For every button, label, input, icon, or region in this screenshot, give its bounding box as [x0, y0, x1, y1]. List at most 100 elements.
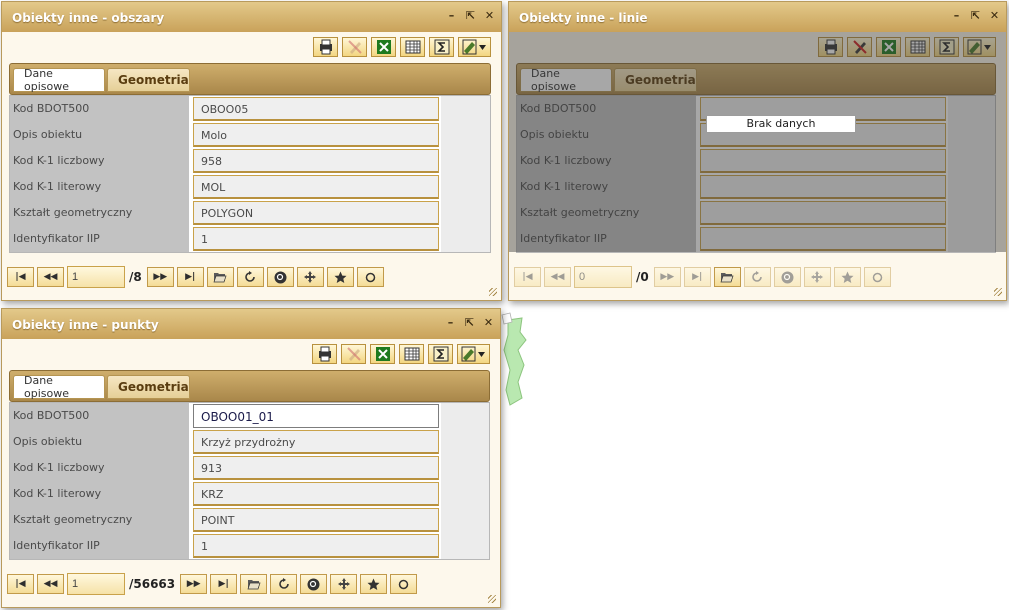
favorite-button[interactable]: [326, 267, 354, 287]
last-page-icon: ▶|: [185, 272, 196, 282]
print-button[interactable]: [312, 344, 337, 364]
table-row: Identyfikator IIP 1: [10, 226, 490, 252]
titlebar[interactable]: Obiekty inne - punkty – ⇱ ✕: [2, 309, 500, 339]
table-view-button[interactable]: [400, 37, 425, 57]
first-page-icon: |◀: [15, 272, 26, 282]
row-value[interactable]: Krzyż przydrożny: [193, 430, 439, 454]
edit-menu-button[interactable]: [458, 37, 491, 57]
restore-button[interactable]: ⇱: [465, 9, 476, 23]
resize-handle[interactable]: [489, 288, 497, 296]
circle-button[interactable]: [356, 267, 384, 287]
circle-icon: [365, 272, 375, 282]
row-value[interactable]: 913: [193, 456, 439, 480]
tab-geometria[interactable]: Geometria: [107, 68, 190, 92]
zoom-button[interactable]: [773, 267, 801, 287]
prev-page-icon: ◀◀: [550, 272, 565, 282]
open-folder-button[interactable]: [206, 267, 234, 287]
next-page-icon: ▶▶: [186, 579, 201, 589]
open-folder-button[interactable]: [240, 574, 268, 594]
next-page-button[interactable]: ▶▶: [180, 574, 208, 594]
minimize-button[interactable]: –: [445, 316, 456, 330]
edit-menu-button[interactable]: [457, 344, 490, 364]
first-page-button[interactable]: |◀: [7, 574, 34, 594]
prev-page-button[interactable]: ◀◀: [37, 574, 64, 594]
last-page-button[interactable]: ▶|: [683, 267, 711, 287]
next-page-button[interactable]: ▶▶: [146, 267, 174, 287]
sum-button[interactable]: [429, 37, 454, 57]
last-page-icon: ▶|: [218, 579, 229, 589]
row-value[interactable]: POLYGON: [193, 201, 439, 225]
map-fragment: [501, 312, 527, 406]
close-button[interactable]: ✕: [483, 316, 494, 330]
first-page-button[interactable]: |◀: [7, 267, 34, 287]
row-label: Kod K-1 liczbowy: [10, 455, 190, 481]
close-button[interactable]: ✕: [484, 9, 495, 23]
next-page-button[interactable]: ▶▶: [653, 267, 681, 287]
row-value[interactable]: OBOO05: [193, 97, 439, 121]
page-number-input[interactable]: [67, 573, 125, 595]
first-page-button[interactable]: |◀: [514, 267, 541, 287]
row-label: Kształt geometryczny: [10, 200, 190, 226]
favorite-button[interactable]: [833, 267, 861, 287]
tab-dane-opisowe[interactable]: Dane opisowe: [13, 67, 105, 93]
row-label: Opis obiektu: [10, 122, 190, 148]
draw-disabled-button[interactable]: [341, 344, 366, 364]
refresh-button[interactable]: [236, 267, 264, 287]
last-page-button[interactable]: ▶|: [176, 267, 204, 287]
row-value[interactable]: Molo: [193, 123, 439, 147]
circle-button[interactable]: [863, 267, 891, 287]
excel-export-button[interactable]: [370, 344, 395, 364]
refresh-button[interactable]: [270, 574, 298, 594]
move-button[interactable]: [296, 267, 324, 287]
row-value[interactable]: 1: [193, 534, 439, 558]
row-value[interactable]: KRZ: [193, 482, 439, 506]
page-number-input[interactable]: [574, 266, 632, 288]
prev-page-button[interactable]: ◀◀: [544, 267, 571, 287]
excel-export-button[interactable]: [371, 37, 396, 57]
draw-disabled-button[interactable]: [342, 37, 367, 57]
prev-page-icon: ◀◀: [43, 579, 58, 589]
zoom-button[interactable]: [266, 267, 294, 287]
page-number-input[interactable]: [67, 266, 125, 288]
sum-button[interactable]: [428, 344, 453, 364]
zoom-button[interactable]: [300, 574, 328, 594]
restore-button[interactable]: ⇱: [970, 9, 981, 23]
minimize-button[interactable]: –: [951, 9, 962, 23]
last-page-button[interactable]: ▶|: [210, 574, 238, 594]
row-value[interactable]: POINT: [193, 508, 439, 532]
move-button[interactable]: [330, 574, 358, 594]
tab-bar: Dane opisowe Geometria: [9, 63, 491, 95]
row-value[interactable]: 958: [193, 149, 439, 173]
refresh-button[interactable]: [743, 267, 771, 287]
row-label: Kod K-1 literowy: [10, 481, 190, 507]
next-page-icon: ▶▶: [660, 272, 675, 282]
move-button[interactable]: [803, 267, 831, 287]
table-icon: [404, 347, 419, 361]
move-icon: [304, 271, 317, 283]
prev-page-button[interactable]: ◀◀: [37, 267, 64, 287]
pagination-bar: |◀ ◀◀ /8 ▶▶ ▶|: [7, 266, 384, 288]
page-total: /56663: [129, 577, 176, 591]
print-button[interactable]: [313, 37, 338, 57]
tab-geometria[interactable]: Geometria: [107, 375, 190, 399]
table-row: Kod K-1 liczbowy 913: [10, 455, 489, 481]
tab-dane-opisowe[interactable]: Dane opisowe: [13, 374, 105, 400]
resize-handle[interactable]: [994, 288, 1002, 296]
row-value[interactable]: MOL: [193, 175, 439, 199]
close-button[interactable]: ✕: [989, 9, 1000, 23]
resize-handle[interactable]: [488, 595, 496, 603]
circle-icon: [872, 272, 882, 282]
titlebar[interactable]: Obiekty inne - obszary – ⇱ ✕: [2, 2, 501, 32]
restore-button[interactable]: ⇱: [464, 316, 475, 330]
row-value[interactable]: 1: [193, 227, 439, 251]
open-folder-button[interactable]: [713, 267, 741, 287]
row-value[interactable]: OBOO01_01: [193, 404, 439, 428]
favorite-button[interactable]: [360, 574, 388, 594]
first-page-icon: |◀: [15, 579, 26, 589]
circle-icon: [398, 579, 409, 589]
minimize-button[interactable]: –: [446, 9, 457, 23]
circle-button[interactable]: [390, 574, 418, 594]
table-view-button[interactable]: [399, 344, 424, 364]
refresh-icon: [245, 271, 256, 282]
titlebar[interactable]: Obiekty inne - linie – ⇱ ✕: [509, 2, 1006, 32]
